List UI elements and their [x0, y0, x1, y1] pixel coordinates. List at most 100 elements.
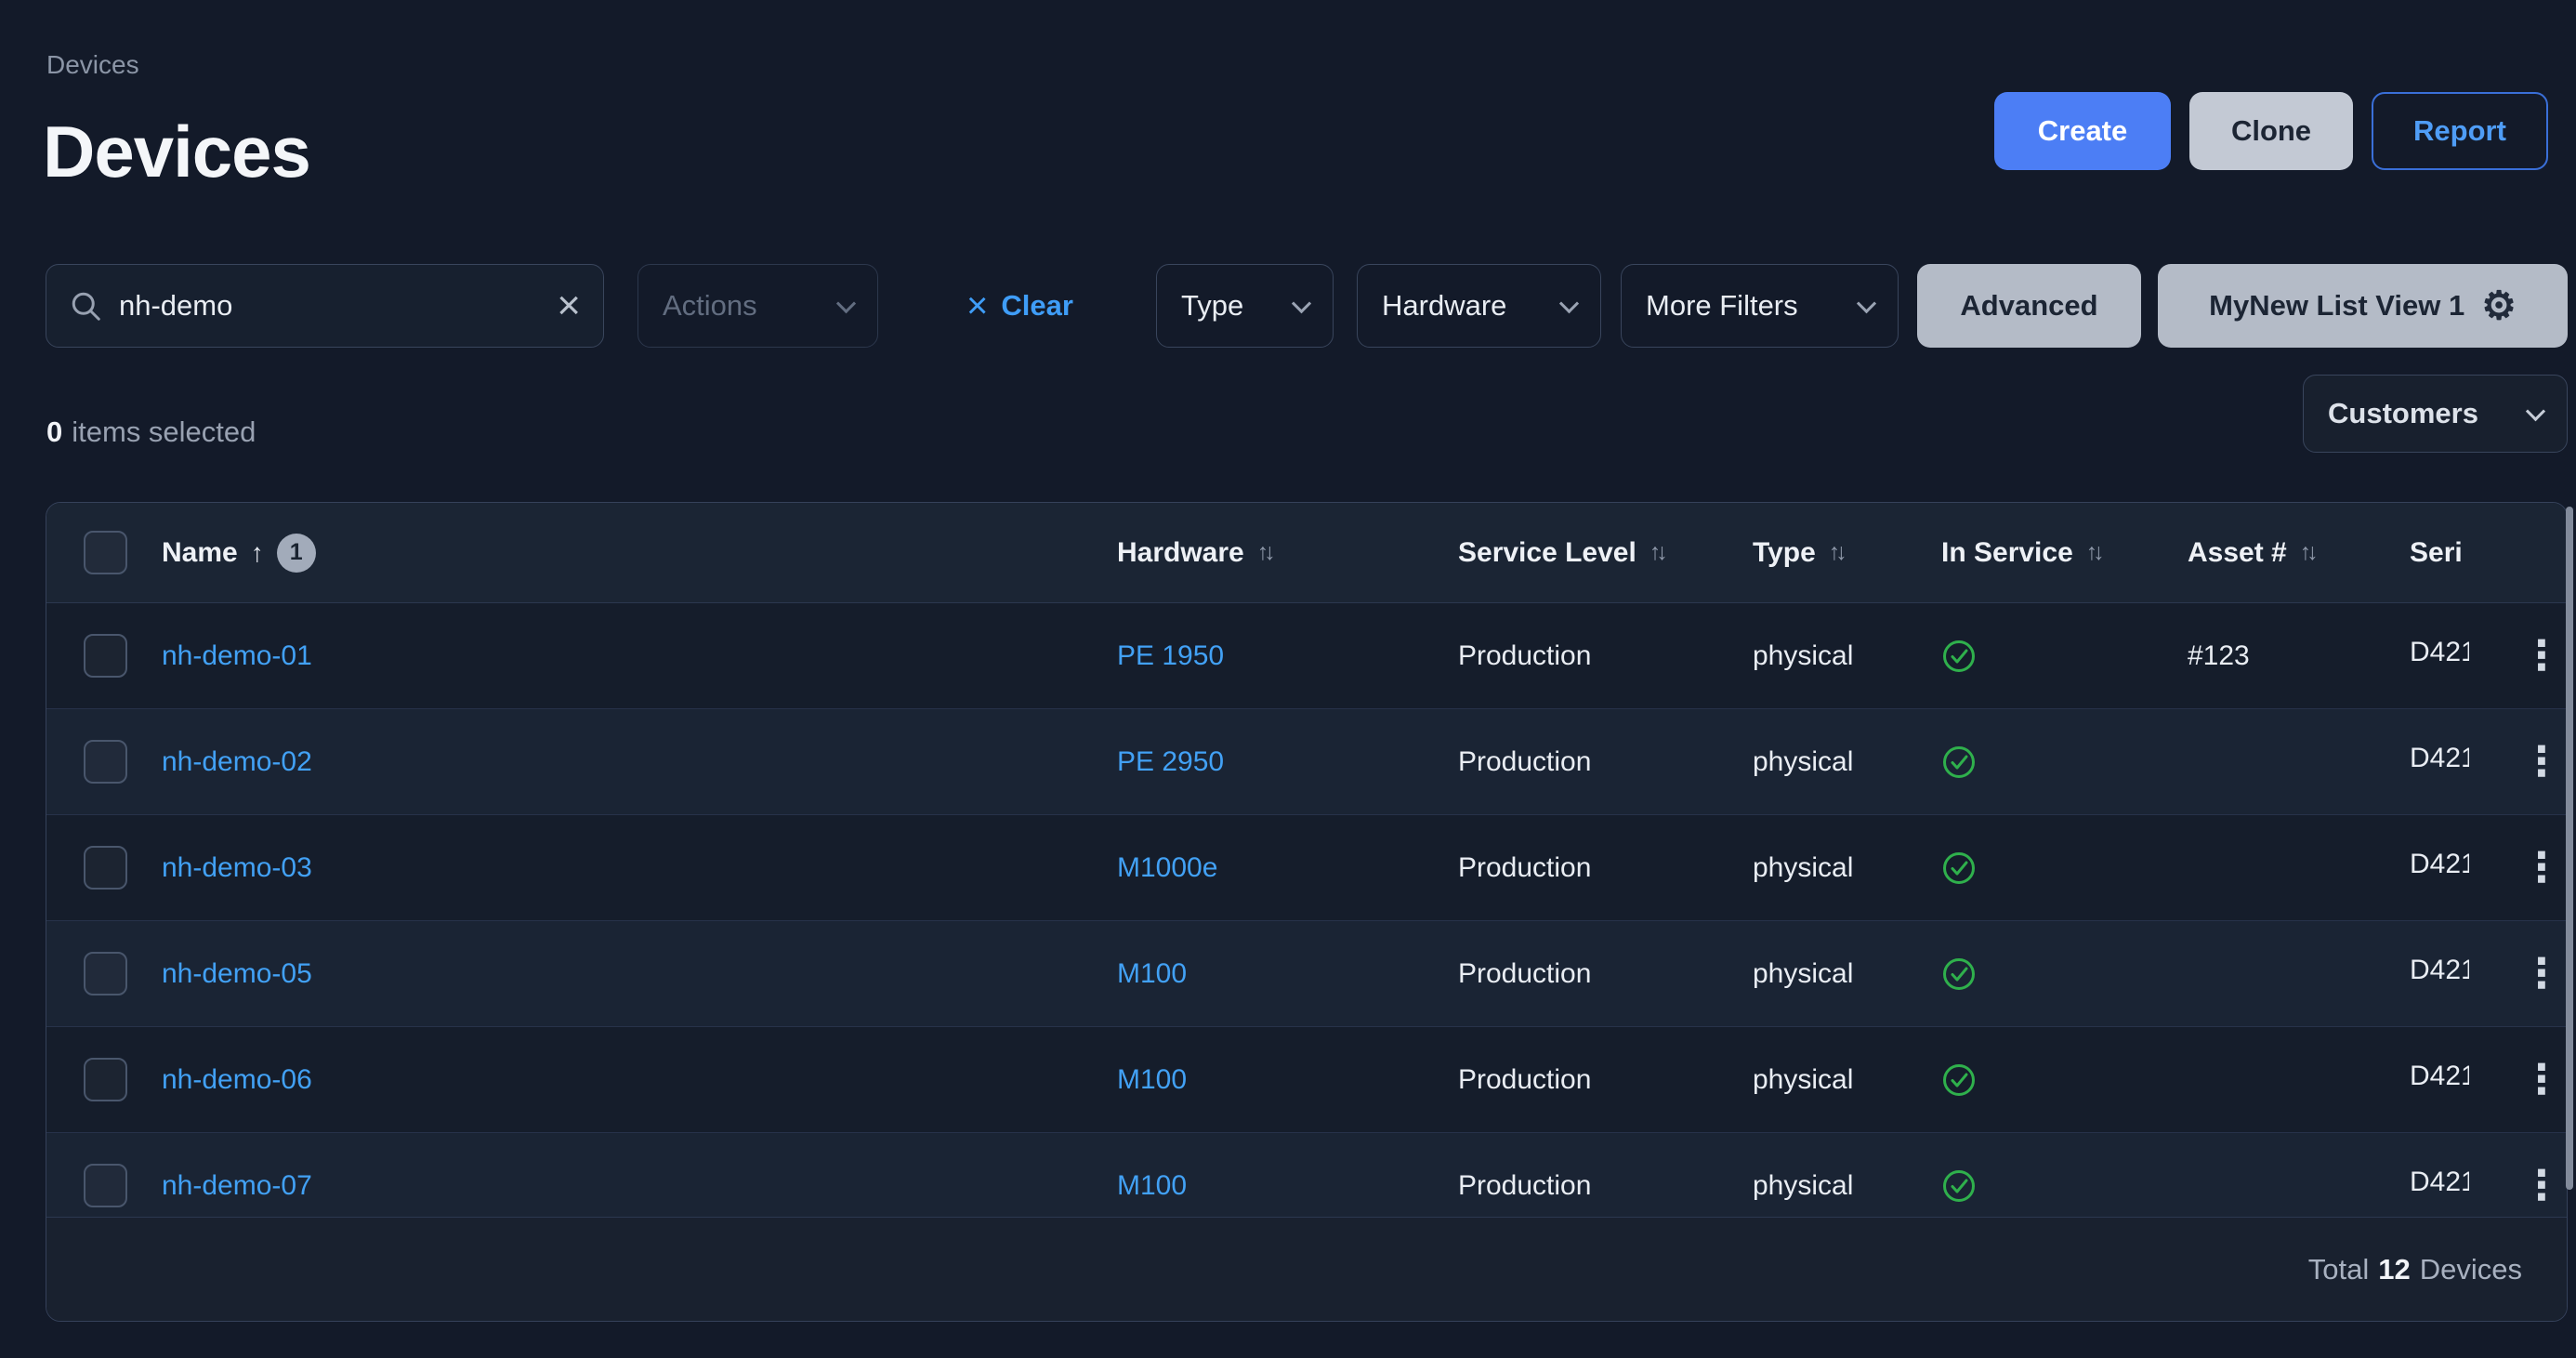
- hardware-link[interactable]: M100: [1117, 958, 1187, 989]
- selection-status: 0items selected: [46, 415, 256, 449]
- service-level-cell: Production: [1458, 1064, 1753, 1096]
- in-service-check-icon: [1941, 745, 1977, 780]
- type-cell: physical: [1753, 958, 1941, 990]
- advanced-button[interactable]: Advanced: [1917, 264, 2141, 348]
- type-cell: physical: [1753, 1064, 1941, 1096]
- type-cell: physical: [1753, 1170, 1941, 1202]
- in-service-check-icon: [1941, 1062, 1977, 1098]
- serial-cell: D421: [2410, 743, 2469, 774]
- sort-icon: ↑↓: [1829, 539, 1847, 566]
- device-name-link[interactable]: nh-demo-05: [162, 958, 312, 989]
- device-name-link[interactable]: nh-demo-07: [162, 1170, 312, 1201]
- total-label: Total: [2308, 1253, 2369, 1286]
- type-filter-dropdown[interactable]: Type: [1156, 264, 1334, 348]
- device-name-link[interactable]: nh-demo-03: [162, 852, 312, 883]
- chevron-down-icon: [1559, 294, 1579, 313]
- hardware-link[interactable]: PE 1950: [1117, 640, 1224, 671]
- row-checkbox[interactable]: [84, 740, 127, 784]
- table-row: nh-demo-05 M100 Production physical D421…: [46, 921, 2567, 1027]
- vertical-scrollbar[interactable]: [2566, 507, 2573, 1190]
- row-actions-kebab-icon[interactable]: ⋮: [2512, 1060, 2567, 1101]
- serial-cell: D421: [2410, 1167, 2469, 1198]
- in-service-check-icon: [1941, 850, 1977, 886]
- filter-bar: × Actions × Clear Type Hardware More Fil…: [46, 264, 2568, 348]
- column-header-serial[interactable]: Seri: [2410, 537, 2512, 569]
- device-name-link[interactable]: nh-demo-06: [162, 1064, 312, 1095]
- service-level-cell: Production: [1458, 958, 1753, 990]
- search-icon: [69, 289, 102, 323]
- more-filters-dropdown[interactable]: More Filters: [1621, 264, 1899, 348]
- device-name-link[interactable]: nh-demo-02: [162, 746, 312, 777]
- customers-dropdown[interactable]: Customers: [2303, 375, 2568, 453]
- table-row: nh-demo-03 M1000e Production physical D4…: [46, 815, 2567, 921]
- hardware-link[interactable]: M1000e: [1117, 852, 1217, 883]
- hardware-link[interactable]: M100: [1117, 1064, 1187, 1095]
- clear-filters-x-icon: ×: [966, 287, 988, 324]
- row-checkbox[interactable]: [84, 634, 127, 678]
- row-checkbox[interactable]: [84, 952, 127, 995]
- column-header-in-service[interactable]: In Service ↑↓: [1941, 537, 2188, 569]
- type-cell: physical: [1753, 852, 1941, 884]
- column-header-asset[interactable]: Asset # ↑↓: [2188, 537, 2410, 569]
- serial-cell: D421: [2410, 955, 2469, 986]
- row-checkbox[interactable]: [84, 846, 127, 890]
- selection-count: 0: [46, 415, 62, 448]
- hardware-link[interactable]: M100: [1117, 1170, 1187, 1201]
- table-row: nh-demo-07 M100 Production physical D421…: [46, 1133, 2567, 1217]
- table-row: nh-demo-01 PE 1950 Production physical #…: [46, 603, 2567, 709]
- total-suffix: Devices: [2420, 1253, 2522, 1286]
- service-level-cell: Production: [1458, 640, 1753, 672]
- type-cell: physical: [1753, 746, 1941, 778]
- row-actions-kebab-icon[interactable]: ⋮: [2512, 954, 2567, 995]
- gear-icon: ⚙: [2481, 286, 2517, 325]
- table-footer: Total 12 Devices: [46, 1217, 2567, 1321]
- row-checkbox[interactable]: [84, 1058, 127, 1101]
- clear-search-icon[interactable]: ×: [557, 285, 581, 326]
- chevron-down-icon: [2526, 402, 2545, 421]
- in-service-check-icon: [1941, 956, 1977, 992]
- search-box[interactable]: ×: [46, 264, 604, 348]
- chevron-down-icon: [1292, 294, 1311, 313]
- column-header-hardware[interactable]: Hardware ↑↓: [1117, 537, 1458, 569]
- row-actions-kebab-icon[interactable]: ⋮: [2512, 742, 2567, 783]
- row-actions-kebab-icon[interactable]: ⋮: [2512, 636, 2567, 677]
- column-header-name[interactable]: Name ↑ 1: [162, 534, 1117, 573]
- serial-cell: D421: [2410, 637, 2469, 668]
- row-actions-kebab-icon[interactable]: ⋮: [2512, 1166, 2567, 1206]
- chevron-down-icon: [836, 294, 856, 313]
- header-actions: Create Clone Report: [1994, 92, 2548, 170]
- report-button[interactable]: Report: [2372, 92, 2548, 170]
- select-all-checkbox[interactable]: [84, 531, 127, 574]
- device-name-link[interactable]: nh-demo-01: [162, 640, 312, 671]
- service-level-cell: Production: [1458, 1170, 1753, 1202]
- row-actions-kebab-icon[interactable]: ⋮: [2512, 848, 2567, 889]
- sort-priority-badge: 1: [277, 534, 316, 573]
- serial-cell: D421: [2410, 1061, 2469, 1092]
- service-level-cell: Production: [1458, 746, 1753, 778]
- devices-table: Name ↑ 1 Hardware ↑↓ Service Level ↑↓ Ty…: [46, 502, 2568, 1322]
- hardware-filter-dropdown[interactable]: Hardware: [1357, 264, 1601, 348]
- asset-cell: #123: [2188, 640, 2410, 672]
- row-checkbox[interactable]: [84, 1164, 127, 1207]
- breadcrumb[interactable]: Devices: [46, 50, 139, 80]
- sort-icon: ↑↓: [2300, 539, 2319, 566]
- actions-dropdown[interactable]: Actions: [637, 264, 878, 348]
- serial-cell: D421: [2410, 849, 2469, 880]
- in-service-check-icon: [1941, 639, 1977, 674]
- list-view-button[interactable]: MyNew List View 1 ⚙: [2158, 264, 2568, 348]
- create-button[interactable]: Create: [1994, 92, 2171, 170]
- table-header: Name ↑ 1 Hardware ↑↓ Service Level ↑↓ Ty…: [46, 503, 2567, 603]
- sort-icon: ↑↓: [2086, 539, 2105, 566]
- column-header-type[interactable]: Type ↑↓: [1753, 537, 1941, 569]
- clear-filters-button[interactable]: × Clear: [966, 287, 1097, 324]
- column-header-service-level[interactable]: Service Level ↑↓: [1458, 537, 1753, 569]
- page-title: Devices: [43, 110, 310, 194]
- search-input[interactable]: [119, 289, 540, 323]
- sort-icon: ↑↓: [1257, 539, 1276, 566]
- clone-button[interactable]: Clone: [2189, 92, 2353, 170]
- service-level-cell: Production: [1458, 852, 1753, 884]
- sort-icon: ↑↓: [1649, 539, 1668, 566]
- table-row: nh-demo-02 PE 2950 Production physical D…: [46, 709, 2567, 815]
- hardware-link[interactable]: PE 2950: [1117, 746, 1224, 777]
- type-cell: physical: [1753, 640, 1941, 672]
